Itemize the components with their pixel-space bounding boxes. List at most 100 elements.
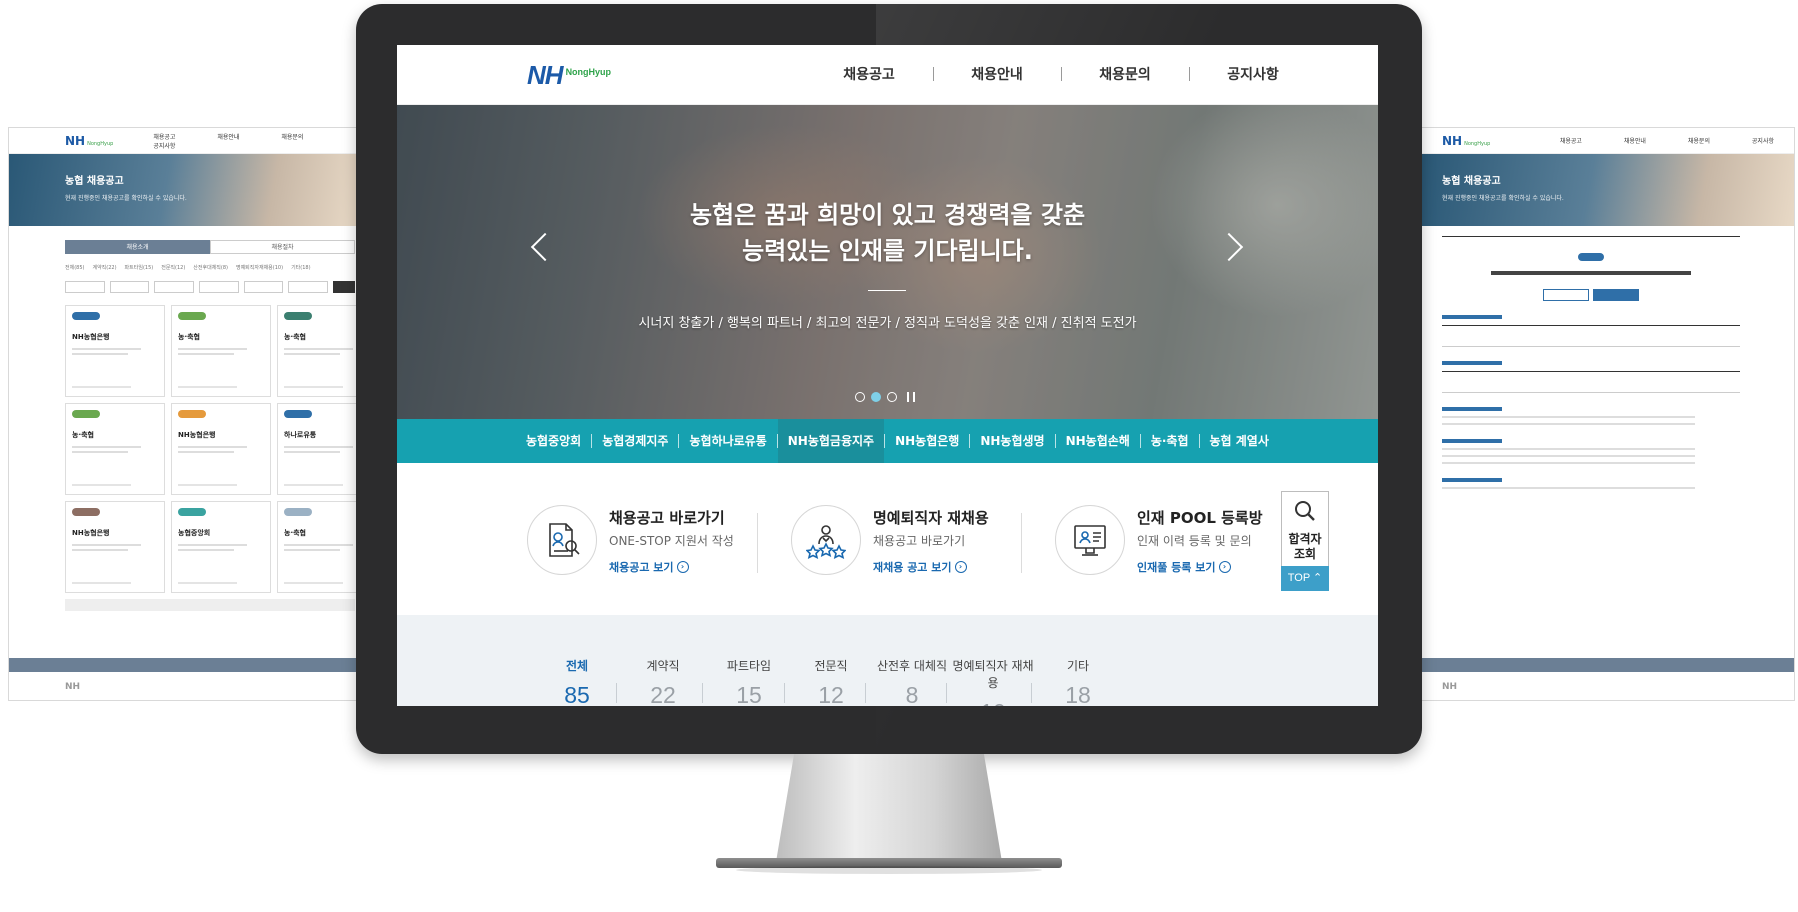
left-nav-item: 공지사항 — [153, 142, 176, 150]
left-page-banner: 농협 채용공고 현재 진행중인 채용공고를 확인하실 수 있습니다. — [9, 154, 357, 226]
left-filter-item: 파트타임(15) — [124, 265, 154, 271]
count-label: 산전후 대체직 — [876, 659, 948, 673]
count-value: 18 — [1065, 682, 1091, 706]
right-nav-item: 공지사항 — [1751, 138, 1774, 145]
count-item[interactable]: 명예퇴직자 재채용 10 — [948, 657, 1038, 706]
affiliate-link[interactable]: 농협 계열사 — [1200, 419, 1279, 463]
right-page-section — [1442, 361, 1740, 393]
right-page-section — [1442, 478, 1740, 489]
affiliate-link[interactable]: NH농협금융지주 — [777, 419, 885, 463]
nav-item-notices[interactable]: 공지사항 — [1189, 64, 1317, 84]
quick-title: 채용공고 바로가기 — [609, 509, 725, 527]
quick-item-rehire[interactable]: 명예퇴직자 재채용 채용공고 바로가기 재채용 공고 보기 › — [791, 505, 989, 575]
right-nav-item: 채용공고 — [1559, 138, 1582, 145]
affiliate-link[interactable]: NH농협손해 — [1056, 419, 1140, 463]
left-filter-item: 전문직(12) — [161, 265, 186, 271]
count-separator — [616, 683, 617, 703]
count-item[interactable]: 파트타임 15 — [704, 657, 794, 706]
right-page-body — [1442, 236, 1774, 489]
card-tag — [284, 410, 312, 418]
card-title: NH농협은행 — [178, 431, 216, 439]
count-item[interactable]: 전체 85 — [532, 657, 622, 706]
left-filter-item: 전체(85) — [65, 265, 85, 271]
count-item[interactable]: 전문직 12 — [786, 657, 876, 706]
right-page-footer-logo: NH — [1442, 682, 1458, 692]
slide-dot-active[interactable] — [871, 392, 881, 402]
right-page-header: NH NongHyup 채용공고 채용안내 채용문의 공지사항 — [1422, 128, 1794, 154]
left-job-card: 농·축협 — [277, 305, 357, 397]
count-label: 명예퇴직자 재채용 — [952, 659, 1034, 690]
quick-desc: 채용공고 바로가기 — [873, 534, 966, 548]
logo-subtext: NongHyup — [565, 67, 612, 77]
card-tag — [72, 312, 100, 320]
count-item[interactable]: 산전후 대체직 8 — [867, 657, 957, 706]
right-nav-item: 채용안내 — [1623, 138, 1646, 145]
quick-link[interactable]: 인재풀 등록 보기 › — [1137, 559, 1263, 575]
left-page-more-bar — [65, 599, 355, 611]
right-page-logo: NH NongHyup — [1442, 133, 1491, 148]
pass-check-label: 합격자 조회 — [1288, 532, 1322, 561]
count-value: 15 — [736, 682, 762, 706]
card-tag — [178, 312, 206, 320]
left-tab: 채용소개 — [65, 240, 210, 254]
document-search-icon — [527, 505, 597, 575]
left-filter-item: 산전후대체직(8) — [193, 265, 228, 271]
right-page-section — [1442, 315, 1740, 347]
pass-check-widget[interactable]: 합격자 조회 TOP ⌃ — [1281, 491, 1329, 591]
left-job-card: 농·축협 — [65, 403, 165, 495]
quick-item-talent-pool[interactable]: 인재 POOL 등록방 인재 이력 등록 및 문의 인재풀 등록 보기 › — [1055, 505, 1263, 575]
right-page-subtitle: 현재 진행중인 채용공고를 확인하실 수 있습니다. — [1442, 195, 1564, 202]
right-page-preview: NH NongHyup 채용공고 채용안내 채용문의 공지사항 농협 채용공고 현… — [1421, 127, 1795, 701]
affiliate-link[interactable]: NH농협생명 — [970, 419, 1054, 463]
hero-line-1: 농협은 꿈과 희망이 있고 경쟁력을 갖춘 — [689, 201, 1086, 229]
quick-menu: 채용공고 바로가기 ONE-STOP 지원서 작성 채용공고 보기› 명예퇴직 — [397, 463, 1378, 615]
card-tag — [72, 508, 100, 516]
left-tab: 채용절차 — [210, 240, 355, 254]
card-title: NH농협은행 — [72, 529, 110, 537]
quick-link[interactable]: 채용공고 보기 › — [609, 559, 734, 575]
affiliate-link[interactable]: 농·축협 — [1141, 419, 1199, 463]
count-label: 파트타임 — [726, 659, 772, 673]
left-nav-item: 채용문의 — [281, 133, 304, 141]
card-tag — [72, 410, 100, 418]
left-job-card: NH농협은행 — [171, 403, 271, 495]
affiliate-link[interactable]: 농협경제지주 — [592, 419, 678, 463]
affiliate-link[interactable]: NH농협은행 — [885, 419, 969, 463]
person-stars-icon — [791, 505, 861, 575]
slide-dot[interactable] — [855, 392, 865, 402]
quick-link[interactable]: 재채용 공고 보기 › — [873, 559, 989, 575]
pause-icon[interactable] — [907, 392, 915, 402]
nav-item-recruit-notice[interactable]: 채용공고 — [805, 64, 933, 84]
right-page-banner: 농협 채용공고 현재 진행중인 채용공고를 확인하실 수 있습니다. — [1422, 154, 1794, 226]
count-value: 22 — [650, 682, 676, 706]
count-label: 기타 — [1066, 659, 1090, 673]
divider — [1021, 513, 1022, 573]
monitor-screen: NH NongHyup 채용공고 채용안내 채용문의 공지사항 농협은 꿈과 희… — [397, 45, 1378, 706]
nav-item-recruit-guide[interactable]: 채용안내 — [933, 64, 1061, 84]
card-title: 농·축협 — [284, 333, 306, 341]
left-job-card: NH농협은행 — [65, 305, 165, 397]
card-title: 하나로유통 — [284, 431, 317, 439]
left-nav-item: 채용안내 — [217, 133, 240, 141]
left-filter-item: 기타(18) — [291, 265, 311, 271]
count-item[interactable]: 기타 18 — [1033, 657, 1123, 706]
card-title: 농·축협 — [72, 431, 94, 439]
right-nav-item: 채용문의 — [1687, 138, 1710, 145]
right-page-title: 농협 채용공고 — [1442, 176, 1501, 187]
slide-dot[interactable] — [887, 392, 897, 402]
nh-logo[interactable]: NH NongHyup — [527, 62, 612, 88]
count-label: 전문직 — [814, 659, 848, 673]
left-page-selects — [65, 281, 356, 293]
job-count-summary: 전체85계약직22파트타임15전문직12산전후 대체직8명예퇴직자 재채용10기… — [397, 615, 1378, 706]
quick-item-recruit[interactable]: 채용공고 바로가기 ONE-STOP 지원서 작성 채용공고 보기 › — [527, 505, 734, 575]
quick-title: 명예퇴직자 재채용 — [873, 509, 989, 527]
left-page-footer-logo: NH — [65, 682, 81, 692]
mockup-scene: NH NongHyup 채용공고 채용안내 채용문의 공지사항 농협 채용공고 현… — [0, 0, 1798, 912]
affiliate-link[interactable]: 농협중앙회 — [516, 419, 591, 463]
nav-item-recruit-inquiry[interactable]: 채용문의 — [1061, 64, 1189, 84]
affiliate-link[interactable]: 농협하나로유통 — [679, 419, 776, 463]
top-button[interactable]: TOP ⌃ — [1281, 566, 1329, 591]
left-page-subtitle: 현재 진행중인 채용공고를 확인하실 수 있습니다. — [65, 195, 187, 202]
count-separator — [702, 683, 703, 703]
count-item[interactable]: 계약직 22 — [618, 657, 708, 706]
